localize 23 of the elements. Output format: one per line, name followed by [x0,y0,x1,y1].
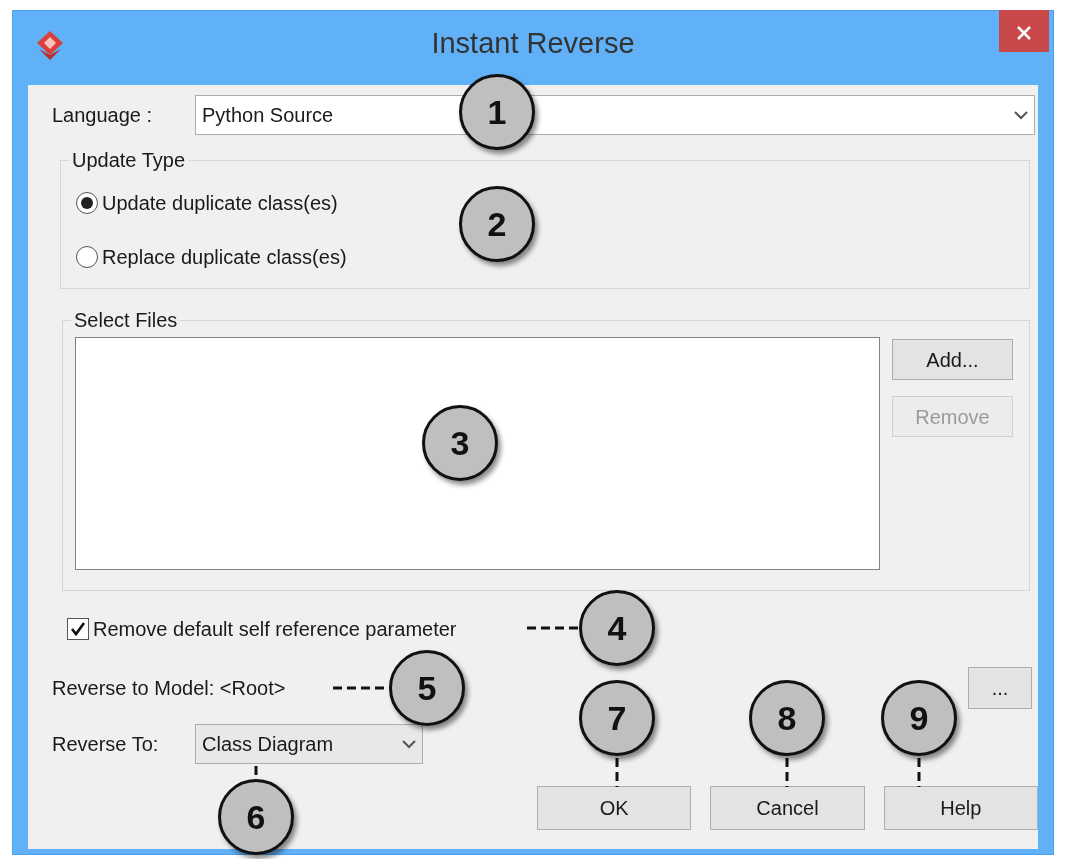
radio-label: Replace duplicate class(es) [102,245,347,270]
field-label: Language : [52,103,154,128]
checkbox-label: Remove default self reference parameter [93,617,457,642]
callout-marker: 5 [389,650,465,726]
model-label: Reverse to Model: <Root> [52,676,286,701]
callout-marker: 9 [881,680,957,756]
group-label: Select Files [73,308,179,332]
browse-button[interactable]: ... [968,667,1032,709]
dialog-button[interactable]: Cancel [710,786,865,830]
dialog-button[interactable]: Help [883,786,1038,830]
group-label: Update Type [71,148,187,172]
callout-marker: 2 [459,186,535,262]
callout-marker: 8 [749,680,825,756]
side-button[interactable]: Add... [892,339,1013,380]
dialog-button[interactable]: OK [537,786,692,830]
radio-label: Update duplicate class(es) [102,191,338,216]
diagram-dropdown[interactable]: Class Diagram [195,724,423,764]
field-label: Reverse To: [52,732,160,757]
window-title: Instant Reverse [431,26,635,62]
callout-marker: 7 [579,680,655,756]
callout-marker: 1 [459,74,535,150]
callout-marker: 6 [218,779,294,855]
callout-marker: 4 [579,590,655,666]
